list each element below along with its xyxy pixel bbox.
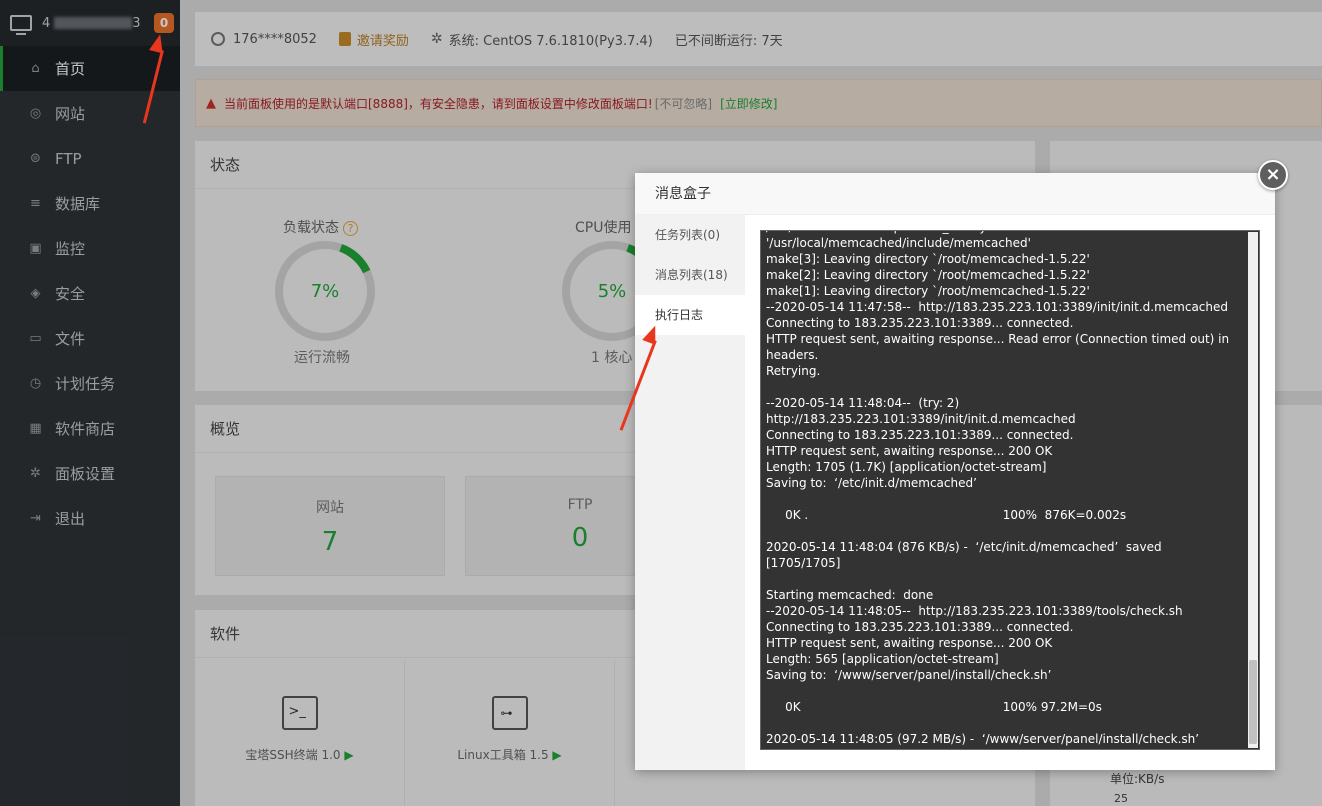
exec-log-text: /bin/install -c -m 644 protocol_binary.h… [766,231,1230,749]
modal-tabs: 任务列表(0) 消息列表(18) 执行日志 [635,215,745,770]
message-box-modal: 消息盒子 任务列表(0) 消息列表(18) 执行日志 /bin/install … [635,173,1275,770]
tab-task-list[interactable]: 任务列表(0) [635,215,745,255]
console-scrollbar[interactable] [1248,232,1258,748]
tab-message-list[interactable]: 消息列表(18) [635,255,745,295]
modal-title: 消息盒子 [635,173,1275,215]
exec-log-console[interactable]: /bin/install -c -m 644 protocol_binary.h… [760,230,1260,750]
close-icon[interactable]: × [1258,160,1288,190]
scrollbar-thumb[interactable] [1249,660,1257,744]
